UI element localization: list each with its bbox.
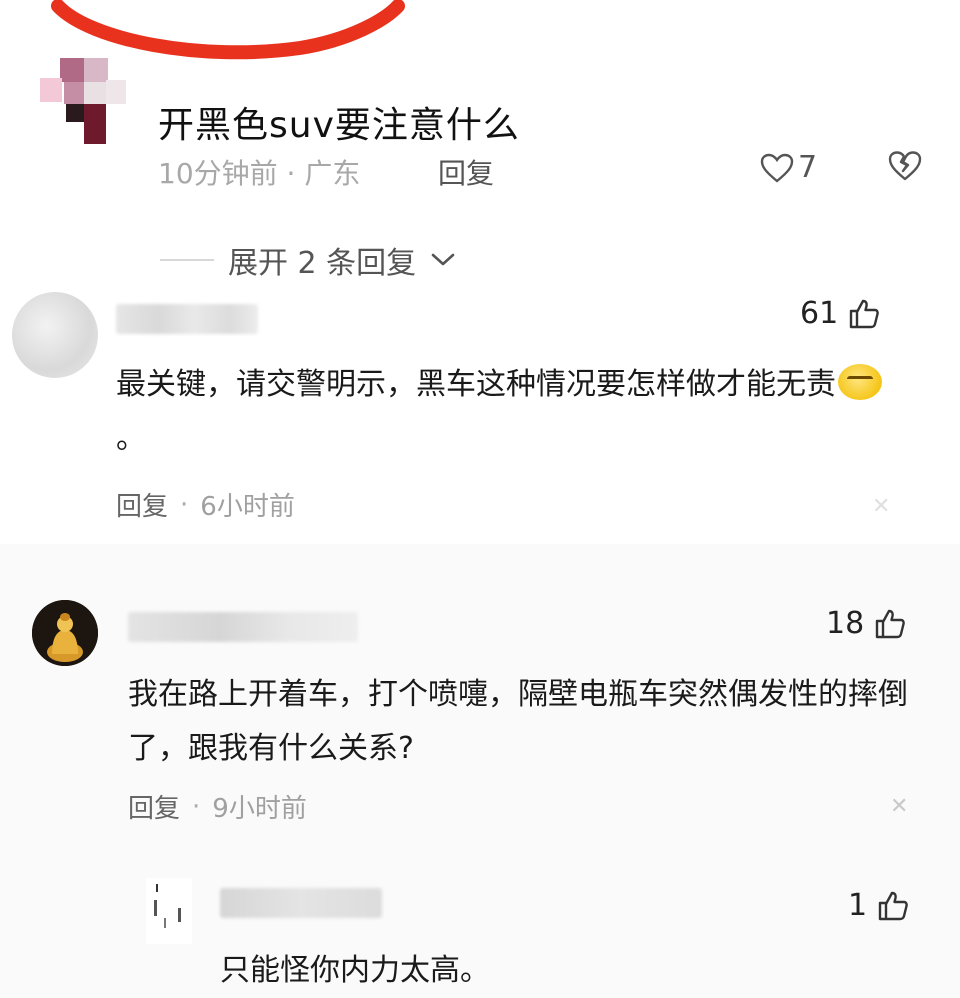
like-button[interactable]: 61 (800, 296, 880, 331)
comment-text: 只能怪你内力太高。 (220, 953, 490, 988)
expand-replies-button[interactable]: 展开 2 条回复 (160, 238, 456, 282)
comment-footer: 回复 · 9小时前 (128, 788, 307, 825)
avatar[interactable] (12, 292, 98, 378)
avatar[interactable] (32, 600, 98, 666)
dislike-button[interactable] (888, 150, 922, 186)
reply-button[interactable]: 回复 (128, 788, 180, 825)
comment-text-end: 。 (116, 421, 146, 456)
thumbs-up-icon (849, 299, 880, 328)
comment-text: 我在路上开着车，打个喷嚏，隔壁电瓶车突然偶发性的摔倒了，跟我有什么关系? (128, 677, 908, 766)
separator-dot: · (180, 489, 189, 520)
timestamp: 9小时前 (212, 794, 307, 824)
post-reply-button[interactable]: 回复 (438, 152, 494, 192)
like-count: 1 (848, 888, 868, 923)
cool-emoji-icon (838, 363, 882, 400)
post-meta: 10分钟前 · 广东 (158, 157, 361, 190)
like-button[interactable]: 18 (826, 606, 906, 641)
post-title: 开黑色suv要注意什么 (158, 105, 520, 146)
post-like-button[interactable]: 7 (760, 150, 817, 185)
heart-icon (760, 153, 794, 183)
thumbs-up-icon (875, 609, 906, 638)
post-like-count: 7 (798, 150, 818, 185)
buddha-avatar-image (32, 600, 98, 666)
comment-text-body: 最关键，请交警明示，黑车这种情况要怎样做才能无责 (116, 367, 836, 402)
divider-line (160, 259, 214, 261)
like-count: 61 (800, 296, 839, 331)
avatar[interactable] (146, 878, 192, 944)
comment-footer: 回复 · 6小时前 (116, 486, 295, 523)
comment-text: 最关键，请交警明示，黑车这种情况要怎样做才能无责。 (116, 358, 896, 466)
reply-button[interactable]: 回复 (116, 486, 168, 523)
timestamp: 6小时前 (200, 492, 295, 522)
close-icon[interactable]: ✕ (872, 494, 890, 519)
thumbs-up-icon (878, 891, 908, 920)
expand-replies-label: 展开 2 条回复 (228, 246, 417, 281)
red-circle-annotation (51, 0, 405, 60)
broken-heart-icon (888, 151, 922, 181)
separator-dot: · (192, 791, 201, 822)
like-count: 18 (826, 606, 865, 641)
poster-avatar[interactable] (40, 58, 132, 150)
username-blurred[interactable] (128, 612, 358, 642)
username-blurred[interactable] (220, 888, 382, 918)
chevron-down-icon (431, 253, 455, 266)
username-blurred[interactable] (116, 304, 258, 334)
like-button[interactable]: 1 (848, 888, 909, 923)
close-icon[interactable]: ✕ (890, 794, 908, 819)
